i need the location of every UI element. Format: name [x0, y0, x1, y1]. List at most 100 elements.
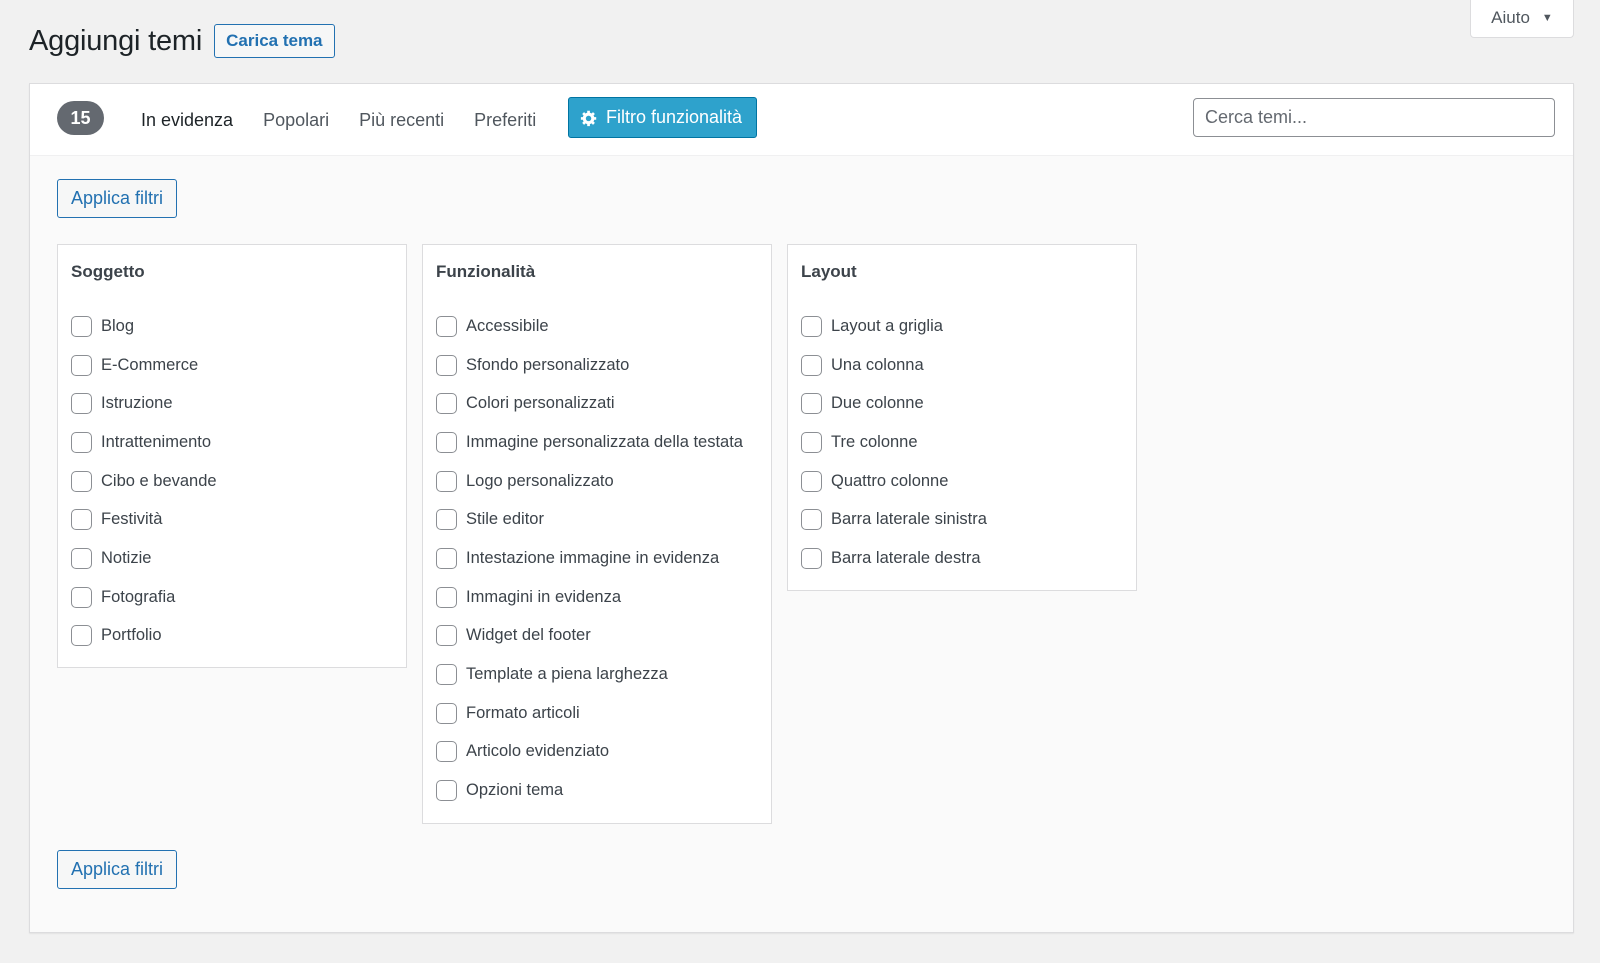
filter-option-label: Colori personalizzati	[466, 394, 615, 413]
filter-option-label: Immagini in evidenza	[466, 587, 621, 606]
filter-checkbox[interactable]	[801, 470, 822, 492]
filter-option[interactable]: Accessibile	[436, 307, 758, 346]
filter-checkbox[interactable]	[436, 780, 457, 802]
filter-checkbox[interactable]	[71, 431, 92, 453]
filter-checkbox[interactable]	[71, 393, 92, 415]
filter-option[interactable]: Tre colonne	[801, 423, 1123, 462]
filter-option-label: Cibo e bevande	[101, 471, 217, 490]
filter-checkbox[interactable]	[436, 741, 457, 763]
filter-option[interactable]: Logo personalizzato	[436, 462, 758, 501]
filter-option-label: Widget del footer	[466, 626, 591, 645]
filter-checkbox[interactable]	[436, 393, 457, 415]
filter-checkbox[interactable]	[71, 315, 92, 337]
filter-checkbox[interactable]	[71, 586, 92, 608]
filter-option-label: Stile editor	[466, 510, 544, 529]
filter-option-label: Logo personalizzato	[466, 471, 614, 490]
filter-option-label: Intestazione immagine in evidenza	[466, 548, 720, 567]
filter-option[interactable]: Articolo evidenziato	[436, 733, 758, 772]
filter-checkbox[interactable]	[71, 547, 92, 569]
filter-option[interactable]: Colori personalizzati	[436, 384, 758, 423]
filter-checkbox[interactable]	[436, 431, 457, 453]
filter-link-popular[interactable]: Popolari	[263, 110, 329, 131]
filter-option-label: Template a piena larghezza	[466, 665, 668, 684]
filter-option[interactable]: Intestazione immagine in evidenza	[436, 539, 758, 578]
filter-checkbox[interactable]	[436, 470, 457, 492]
filter-option-label: Notizie	[101, 548, 152, 567]
filter-option[interactable]: Portfolio	[71, 617, 393, 656]
filter-group-features: Funzionalità Accessibile Sfondo personali…	[422, 244, 772, 824]
filter-group-subject: Soggetto Blog E-Commerce Istruzione Intratt…	[57, 244, 407, 668]
group-title: Funzionalità	[436, 262, 536, 281]
filter-checkbox[interactable]	[71, 509, 92, 531]
filter-option[interactable]: Fotografia	[71, 578, 393, 617]
theme-filter-panel: 15 In evidenza Popolari Più recenti Pref…	[29, 83, 1574, 933]
upload-theme-button[interactable]: Carica tema	[214, 24, 335, 58]
apply-filters-button-bottom[interactable]: Applica filtri	[57, 850, 178, 889]
filter-option[interactable]: Opzioni tema	[436, 771, 758, 810]
filter-links: In evidenza Popolari Più recenti Preferi…	[126, 84, 551, 156]
filter-option[interactable]: Due colonne	[801, 384, 1123, 423]
filter-option-label: Barra laterale destra	[831, 548, 981, 567]
filter-option[interactable]: Istruzione	[71, 384, 393, 423]
feature-filter-button[interactable]: Filtro funzionalità	[568, 97, 758, 138]
filter-option-label: Formato articoli	[466, 703, 580, 722]
filter-checkbox[interactable]	[71, 354, 92, 376]
filter-option[interactable]: E-Commerce	[71, 346, 393, 385]
filter-option[interactable]: Layout a griglia	[801, 307, 1123, 346]
filter-option-label: Layout a griglia	[831, 316, 943, 335]
filter-checkbox[interactable]	[436, 547, 457, 569]
filter-option[interactable]: Template a piena larghezza	[436, 655, 758, 694]
page-header: Aggiungi temi Carica tema	[29, 24, 335, 58]
filter-option-label: Opzioni tema	[466, 781, 564, 800]
filter-link-latest[interactable]: Più recenti	[359, 110, 444, 131]
filter-option-label: Fotografia	[101, 587, 176, 606]
filter-option[interactable]: Immagini in evidenza	[436, 578, 758, 617]
filter-option-label: Istruzione	[101, 394, 173, 413]
filter-option[interactable]: Barra laterale destra	[801, 539, 1123, 578]
filter-link-featured[interactable]: In evidenza	[141, 110, 233, 131]
filter-option[interactable]: Una colonna	[801, 346, 1123, 385]
filter-option[interactable]: Quattro colonne	[801, 462, 1123, 501]
filter-checkbox[interactable]	[801, 354, 822, 376]
filter-option[interactable]: Immagine personalizzata della testata	[436, 423, 758, 462]
filter-checkbox[interactable]	[436, 702, 457, 724]
search-themes-input[interactable]	[1193, 98, 1555, 137]
group-title: Layout	[801, 262, 857, 281]
filter-option[interactable]: Festività	[71, 500, 393, 539]
filter-checkbox[interactable]	[436, 625, 457, 647]
filter-option[interactable]: Widget del footer	[436, 617, 758, 656]
filter-option-label: Intrattenimento	[101, 432, 212, 451]
help-tab-button[interactable]: Aiuto ▼	[1470, 0, 1574, 38]
filter-option-label: Accessibile	[466, 316, 549, 335]
filter-checkbox[interactable]	[436, 315, 457, 337]
apply-filters-button-top[interactable]: Applica filtri	[57, 179, 178, 218]
filter-checkbox[interactable]	[801, 547, 822, 569]
filter-checkbox[interactable]	[436, 509, 457, 531]
filter-checkbox[interactable]	[71, 625, 92, 647]
filter-option-label: Tre colonne	[831, 432, 918, 451]
filter-option[interactable]: Sfondo personalizzato	[436, 346, 758, 385]
caret-down-icon: ▼	[1541, 12, 1553, 24]
filter-checkbox[interactable]	[436, 586, 457, 608]
filter-checkbox[interactable]	[71, 470, 92, 492]
filter-option[interactable]: Cibo e bevande	[71, 462, 393, 501]
page-title: Aggiungi temi	[29, 24, 203, 57]
filter-option-label: Barra laterale sinistra	[831, 510, 987, 529]
filter-option[interactable]: Notizie	[71, 539, 393, 578]
filter-option[interactable]: Barra laterale sinistra	[801, 500, 1123, 539]
filter-option[interactable]: Blog	[71, 307, 393, 346]
filter-link-favorites[interactable]: Preferiti	[474, 110, 536, 131]
filter-checkbox[interactable]	[801, 315, 822, 337]
filter-checkbox[interactable]	[801, 431, 822, 453]
filter-option[interactable]: Stile editor	[436, 500, 758, 539]
filter-bar: 15 In evidenza Popolari Più recenti Pref…	[30, 84, 1573, 156]
filter-checkbox[interactable]	[436, 664, 457, 686]
filter-option[interactable]: Formato articoli	[436, 694, 758, 733]
filter-option[interactable]: Intrattenimento	[71, 423, 393, 462]
filter-checkbox[interactable]	[436, 354, 457, 376]
filter-checkbox[interactable]	[801, 393, 822, 415]
filter-checkbox[interactable]	[801, 509, 822, 531]
gear-icon	[580, 110, 597, 126]
filter-option-label: Quattro colonne	[831, 471, 949, 490]
group-title: Soggetto	[71, 262, 145, 281]
